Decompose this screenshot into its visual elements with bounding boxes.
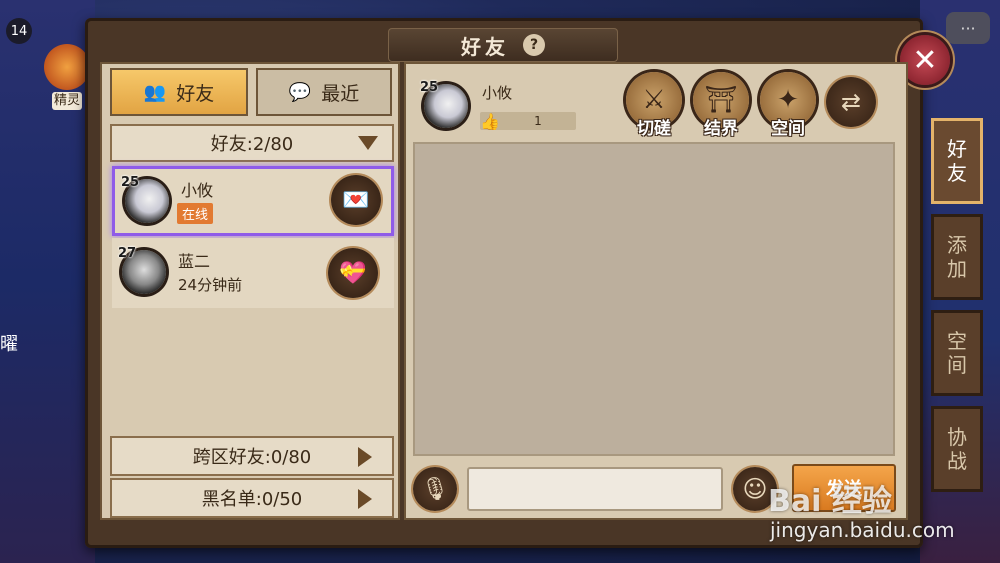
torii-icon: ⛩ xyxy=(704,85,738,115)
voice-button[interactable]: 🎙 xyxy=(413,467,457,511)
close-icon: ✕ xyxy=(912,42,938,78)
spirit-label[interactable]: 精灵 xyxy=(52,92,82,111)
switch-button[interactable]: ⇄ xyxy=(826,77,876,127)
tab-recent-label: 最近 xyxy=(321,82,360,105)
list-item[interactable]: 27 蓝二 24分钟前 💝 xyxy=(112,238,394,308)
side-tab-friends[interactable]: 好友 xyxy=(931,118,983,204)
player-level-badge: 14 xyxy=(6,18,32,44)
baidu-watermark-url: jingyan.baidu.com xyxy=(770,518,955,542)
last-online-text: 24分钟前 xyxy=(178,276,243,294)
chat-bubble-icon[interactable]: ··· xyxy=(946,12,990,44)
list-item[interactable]: 25 小攸 在线 💌 xyxy=(112,166,394,236)
space-label: 空间 xyxy=(771,119,805,139)
side-tab-add[interactable]: 添加 xyxy=(931,214,983,300)
microphone-icon: 🎙 xyxy=(421,476,449,502)
friend-name: 蓝二 xyxy=(178,252,211,271)
chevron-right-icon xyxy=(358,447,372,467)
chat-input[interactable] xyxy=(467,467,723,511)
gift-receive-button[interactable]: 💌 xyxy=(331,175,381,225)
chevron-right-icon xyxy=(358,489,372,509)
tab-friends[interactable]: 👥 好友 xyxy=(110,68,248,116)
blacklist-label: 黑名单:0/50 xyxy=(201,489,303,510)
level-badge: 27 xyxy=(118,246,137,261)
spirit-lantern-icon[interactable] xyxy=(44,44,90,90)
duel-icon: ⚔ xyxy=(642,85,666,115)
window-title: 好友 xyxy=(461,34,509,59)
left-edge-text: 曜 xyxy=(0,334,18,355)
selected-friend-name: 小攸 xyxy=(482,84,513,102)
gift-send-button[interactable]: 💝 xyxy=(328,248,378,298)
cross-server-friends-button[interactable]: 跨区好友:0/80 xyxy=(110,436,394,476)
level-badge: 25 xyxy=(121,175,140,190)
tab-recent[interactable]: 💬 最近 xyxy=(256,68,392,116)
barrier-label: 结界 xyxy=(704,119,738,139)
status-badge: 在线 xyxy=(177,203,214,224)
cross-server-label: 跨区好友:0/80 xyxy=(192,447,312,468)
chat-message-area[interactable] xyxy=(413,142,895,456)
baidu-watermark-logo: Bai 经验 xyxy=(768,484,892,519)
people-icon: 👥 xyxy=(143,81,167,103)
gift-receive-icon: 💌 xyxy=(342,187,370,213)
selected-friend-level: 25 xyxy=(420,80,439,95)
help-icon[interactable]: ? xyxy=(518,29,550,61)
friend-name: 小攸 xyxy=(181,181,214,200)
like-counter[interactable]: 👍 1 xyxy=(480,111,576,131)
like-count: 1 xyxy=(534,114,542,128)
smiley-icon: ☺ xyxy=(742,475,768,503)
friend-group-header[interactable]: 好友:2/80 xyxy=(110,124,394,162)
chat-icon: 💬 xyxy=(288,81,312,103)
window-title-bar: 好友 ? xyxy=(388,28,618,62)
swap-arrows-icon: ⇄ xyxy=(840,88,862,116)
shuriken-icon: ✦ xyxy=(777,85,799,115)
side-tab-space[interactable]: 空间 xyxy=(931,310,983,396)
side-tab-assist[interactable]: 协战 xyxy=(931,406,983,492)
thumbs-up-icon: 👍 xyxy=(480,111,500,131)
friend-count-label: 好友:2/80 xyxy=(210,134,294,155)
tab-friends-label: 好友 xyxy=(176,82,215,105)
blacklist-button[interactable]: 黑名单:0/50 xyxy=(110,478,394,518)
gift-send-icon: 💝 xyxy=(339,260,367,286)
chevron-down-icon xyxy=(358,136,378,150)
duel-label: 切磋 xyxy=(637,119,671,139)
